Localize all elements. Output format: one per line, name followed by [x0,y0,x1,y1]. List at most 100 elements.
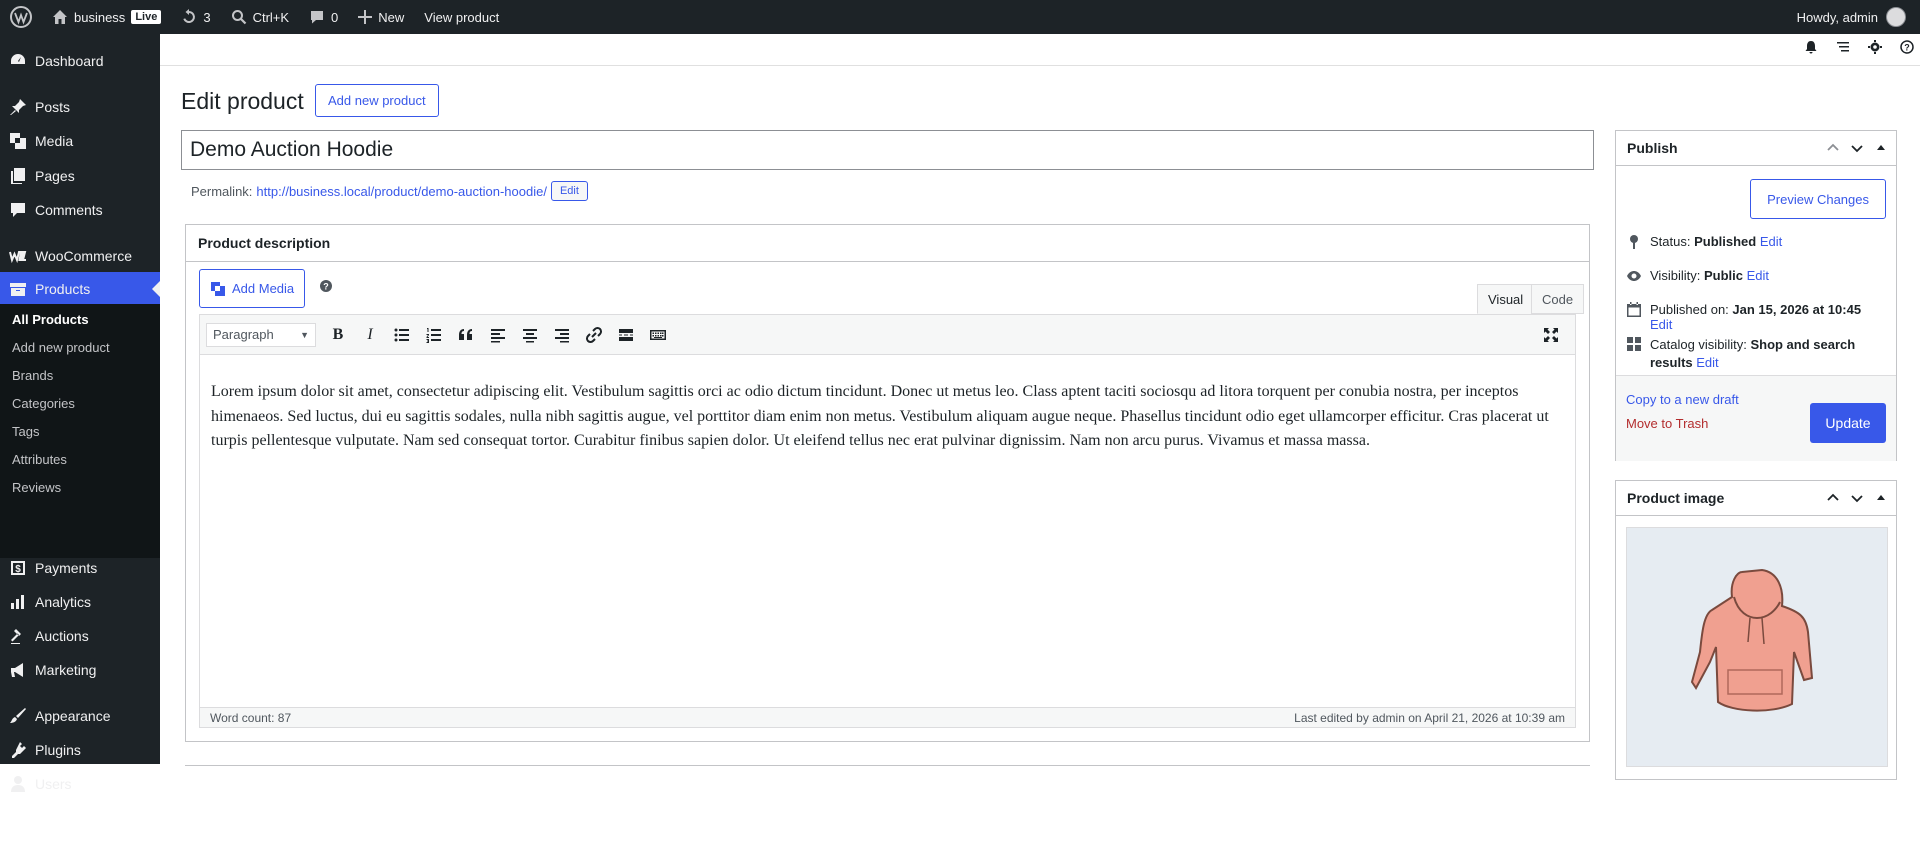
help-icon[interactable]: ? [319,279,333,293]
submenu-reviews[interactable]: Reviews [12,480,61,495]
read-more-button[interactable] [610,320,642,350]
menu-auctions[interactable]: Auctions [0,619,160,653]
activity-bell-icon[interactable] [1804,40,1818,54]
collapse-toggle-icon[interactable] [1874,491,1888,505]
align-left-button[interactable] [482,320,514,350]
chevron-up-icon[interactable] [1826,141,1840,155]
woocommerce-icon [9,251,27,264]
add-media-label: Add Media [232,281,295,296]
admin-bar: business Live 3 Ctrl+K 0 New View produc… [0,0,1920,34]
numbered-list-button[interactable] [418,320,450,350]
preview-changes-button[interactable]: Preview Changes [1750,179,1886,219]
menu-analytics[interactable]: Analytics [0,585,160,619]
published-edit-link[interactable]: Edit [1650,317,1672,332]
submenu-categories[interactable]: Categories [12,396,75,411]
update-button[interactable]: Update [1810,403,1886,443]
submenu-all-products[interactable]: All Products [12,312,89,327]
site-name-link[interactable]: business Live [42,0,171,34]
analytics-icon [11,595,24,609]
menu-plugins[interactable]: Plugins [0,733,160,767]
collapse-toggle-icon[interactable] [1874,141,1888,155]
submenu-tags[interactable]: Tags [12,424,39,439]
megaphone-icon [11,663,23,677]
add-new-product-button[interactable]: Add new product [315,84,439,117]
publish-box: Publish Preview Changes Status: Publishe… [1615,130,1897,461]
permalink-edit-button[interactable]: Edit [550,181,588,201]
wordpress-icon [10,6,32,28]
menu-media[interactable]: Media [0,124,160,158]
menu-comments[interactable]: Comments [0,193,160,227]
italic-button[interactable]: I [354,320,386,350]
search-shortcut: Ctrl+K [252,9,290,25]
menu-users[interactable]: Users [0,767,160,801]
status-row: Status: Published Edit [1626,234,1886,250]
published-value: Jan 15, 2026 at 10:45 [1732,302,1862,317]
updates-icon [183,9,196,23]
search-icon [231,10,246,25]
tab-code[interactable]: Code [1531,284,1585,314]
copy-to-draft-link[interactable]: Copy to a new draft [1626,392,1739,407]
page-title: Edit product [181,88,304,114]
comments-count: 0 [331,9,339,25]
grid-icon [1627,337,1641,351]
editor-frame: Paragraph ▼ B I Lorem ipsum dolor sit am… [199,314,1576,728]
published-on-row: Published on: Jan 15, 2026 at 10:45 Edit [1626,302,1886,332]
bulleted-list-button[interactable] [386,320,418,350]
align-right-button[interactable] [546,320,578,350]
my-account[interactable]: Howdy, admin [1797,7,1920,27]
submenu-brands[interactable]: Brands [12,368,53,383]
command-palette-link[interactable]: Ctrl+K [221,0,299,34]
fullscreen-button[interactable] [1535,320,1567,350]
visibility-edit-link[interactable]: Edit [1747,268,1769,283]
format-select[interactable]: Paragraph ▼ [206,322,316,347]
align-center-button[interactable] [514,320,546,350]
menu-dashboard[interactable]: Dashboard [0,44,160,78]
submenu-attributes[interactable]: Attributes [12,452,67,467]
move-to-trash-link[interactable]: Move to Trash [1626,416,1708,431]
avatar [1886,7,1906,27]
product-title-input[interactable] [181,130,1594,170]
gear-icon[interactable] [1868,40,1882,54]
bold-button[interactable]: B [322,320,354,350]
menu-pages[interactable]: Pages [0,159,160,193]
next-box-edge [185,765,1590,766]
new-content-link[interactable]: New [348,0,414,34]
admin-sidebar: Dashboard Posts Media Pages Comments Woo… [0,34,160,792]
wordpress-logo[interactable] [0,0,42,34]
menu-marketing[interactable]: Marketing [0,653,160,687]
align-right-icon [555,328,569,342]
status-edit-link[interactable]: Edit [1760,234,1782,249]
blockquote-button[interactable] [450,320,482,350]
view-product-link[interactable]: View product [414,0,509,34]
list-view-icon[interactable] [1836,40,1850,54]
menu-appearance[interactable]: Appearance [0,699,160,733]
product-image[interactable] [1626,527,1888,767]
menu-woocommerce[interactable]: WooCommerce [0,239,160,273]
plugin-icon [12,742,26,758]
menu-posts[interactable]: Posts [0,90,160,124]
menu-payments[interactable]: $ Payments [0,551,160,585]
publish-box-header: Publish [1616,131,1896,166]
catalog-edit-link[interactable]: Edit [1696,355,1718,370]
menu-users-label: Users [35,776,72,792]
tab-visual[interactable]: Visual [1477,284,1535,314]
comments-link[interactable]: 0 [299,0,348,34]
permalink-url[interactable]: http://business.local/product/demo-aucti… [256,184,547,199]
live-badge: Live [131,10,162,24]
updates-link[interactable]: 3 [171,0,220,34]
submenu-add-new-product[interactable]: Add new product [12,340,110,355]
menu-analytics-label: Analytics [35,594,92,610]
toolbar-toggle-button[interactable] [642,320,674,350]
help-icon[interactable]: ? [1900,40,1914,54]
insert-link-button[interactable] [578,320,610,350]
chevron-down-icon[interactable] [1850,141,1864,155]
chevron-down-icon[interactable] [1850,491,1864,505]
editor-toolbar: Paragraph ▼ B I [200,315,1575,355]
add-media-button[interactable]: Add Media [199,269,306,308]
status-value: Published [1694,234,1757,249]
menu-products[interactable]: Products [0,272,160,306]
menu-dashboard-label: Dashboard [35,53,104,69]
chevron-up-icon[interactable] [1826,491,1840,505]
eye-icon [1627,271,1641,281]
editor-content[interactable]: Lorem ipsum dolor sit amet, consectetur … [200,355,1575,479]
